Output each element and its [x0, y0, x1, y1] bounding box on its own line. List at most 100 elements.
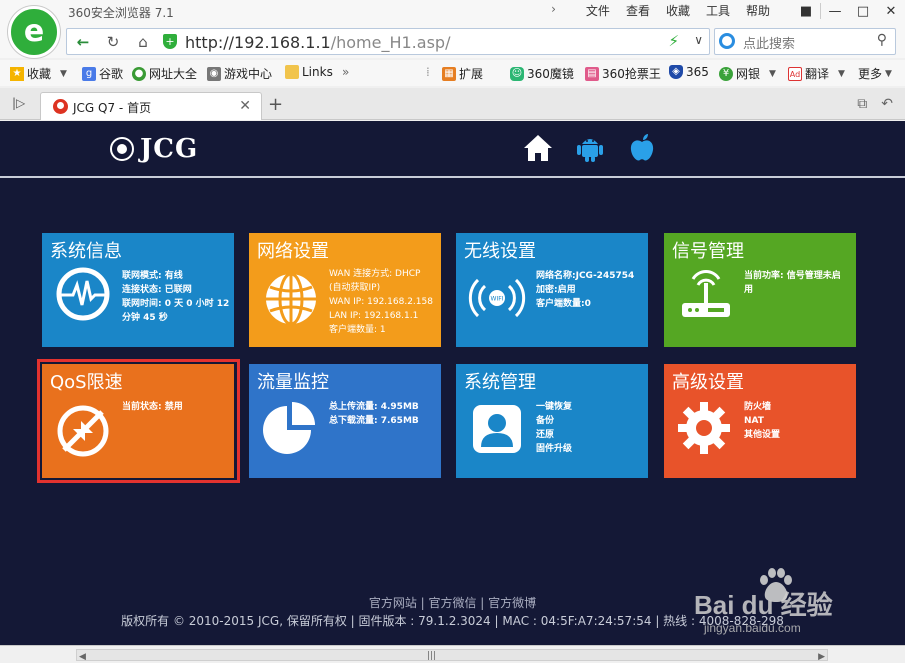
bookmark-google[interactable]: g 谷歌	[82, 65, 123, 82]
bookmark-360-mirror[interactable]: ☺ 360魔镜	[510, 65, 574, 82]
router-header: JCG	[0, 121, 905, 178]
info-line: 当前状态: 禁用	[122, 402, 183, 412]
chevron-down-icon[interactable]: ∨	[694, 33, 703, 47]
bookmark-label: 更多	[858, 67, 883, 81]
minimize-button[interactable]: —	[821, 0, 849, 22]
bookmark-links[interactable]: Links	[285, 65, 333, 79]
bookmark-label: 360魔镜	[527, 67, 574, 81]
info-line: 其他设置	[744, 430, 781, 440]
security-shield-icon[interactable]: +	[163, 34, 177, 49]
undo-close-icon[interactable]: ↶	[881, 96, 893, 112]
bookmark-label: Links	[302, 65, 333, 79]
info-line: 防火墙	[744, 402, 772, 412]
tile-wireless-settings[interactable]: 无线设置 WIFI 网络名称:JCG-245754 加密:启用 客户端数量:0	[456, 233, 648, 347]
close-tab-icon[interactable]: ✕	[239, 98, 251, 114]
address-row: ← ↻ ⌂ + http://192.168.1.1/home_H1.asp/ …	[0, 24, 905, 58]
shield-icon: ◈	[669, 65, 683, 79]
folder-icon	[285, 65, 299, 79]
jcg-logo-icon	[110, 137, 134, 161]
info-line: 用	[744, 285, 754, 295]
bookmark-translate[interactable]: Ad 翻译 ▼	[788, 65, 845, 82]
tab-jcg-home[interactable]: JCG Q7 - 首页 ✕	[40, 92, 262, 120]
menu-view[interactable]: 查看	[626, 2, 650, 19]
tile-info: 一键恢复 备份 还原 固件升级	[536, 400, 572, 456]
tile-title: 系统管理	[464, 372, 536, 393]
watermark-url: jingyan.baidu.com	[704, 621, 801, 635]
bookmark-label: 游戏中心	[224, 67, 273, 81]
info-line: NAT	[744, 416, 764, 426]
tile-title: 高级设置	[672, 372, 744, 393]
tile-network-settings[interactable]: 网络设置 WAN 连接方式: DHCP (自动获取IP) WAN IP: 192…	[249, 233, 441, 347]
sidebar-toggle-icon[interactable]: |▷	[12, 96, 25, 110]
menu-tools[interactable]: 工具	[706, 2, 730, 19]
info-line: WAN IP: 192.168.2.158	[329, 297, 433, 307]
tile-traffic-monitor[interactable]: 流量监控 总上传流量: 4.95MB 总下载流量: 7.65MB	[249, 364, 441, 478]
speed-mode-icon[interactable]: ⚡	[668, 32, 679, 50]
shirt-icon[interactable]: ■	[792, 0, 820, 22]
bookmark-365[interactable]: ◈ 365	[669, 65, 709, 79]
extensions-button[interactable]: ▦ 扩展	[442, 65, 483, 82]
info-line: 客户端数量:0	[536, 299, 591, 309]
tile-info: WAN 连接方式: DHCP (自动获取IP) WAN IP: 192.168.…	[329, 267, 433, 337]
home-icon[interactable]: ⌂	[131, 33, 155, 51]
more-button[interactable]: 更多 ▼	[858, 65, 892, 82]
tile-info: 防火墙 NAT 其他设置	[744, 400, 780, 442]
scroll-thumb-grip-icon[interactable]: |||	[427, 651, 436, 661]
bookmark-label: 网址大全	[149, 67, 198, 81]
qos-arrows-icon	[54, 402, 112, 460]
bookmarks-bar: ★ 收藏 ▼ g 谷歌 ● 网址大全 ◉ 游戏中心 Links » ⁞ ▦ 扩展…	[0, 60, 905, 86]
bookmark-360-ticket[interactable]: ▤ 360抢票王	[585, 65, 661, 82]
heartbeat-icon	[54, 265, 112, 323]
apple-icon[interactable]	[626, 131, 658, 165]
brand-name: JCG	[140, 134, 199, 164]
tile-advanced-settings[interactable]: 高级设置 防火墙 NAT 其他设置	[664, 364, 856, 478]
bookmark-label: 365	[686, 65, 709, 79]
home-icon[interactable]	[522, 131, 554, 165]
scroll-right-icon[interactable]: ▶	[818, 652, 825, 662]
chevron-right-icon[interactable]: ›	[551, 2, 556, 19]
tile-system-info[interactable]: 系统信息 联网模式: 有线 连接状态: 已联网 联网时间: 0 天 0 小时 1…	[42, 233, 234, 347]
more-bookmarks-chevron-icon[interactable]: »	[342, 65, 349, 79]
chevron-down-icon[interactable]: ▼	[60, 69, 67, 79]
bookmark-favorites[interactable]: ★ 收藏 ▼	[10, 65, 67, 82]
bookmark-label: 扩展	[459, 67, 484, 81]
menu-favorites[interactable]: 收藏	[666, 2, 690, 19]
url-path: /home_H1.asp/	[330, 33, 451, 52]
scroll-left-icon[interactable]: ◀	[79, 652, 86, 662]
tile-qos-speed-limit[interactable]: QoS限速 当前状态: 禁用	[42, 364, 234, 478]
info-line: LAN IP: 192.168.1.1	[329, 311, 419, 321]
bookmark-online-bank[interactable]: ¥ 网银 ▼	[719, 65, 776, 82]
menu-help[interactable]: 帮助	[746, 2, 770, 19]
search-engine-icon[interactable]	[719, 33, 735, 49]
horizontal-scrollbar[interactable]: ◀ ||| ▶	[76, 649, 828, 662]
search-icon[interactable]: ⚲	[877, 32, 887, 48]
back-arrow-icon[interactable]: ←	[71, 33, 95, 51]
maximize-button[interactable]: □	[849, 0, 877, 22]
tile-signal-management[interactable]: 信号管理 当前功率: 信号管理未启 用	[664, 233, 856, 347]
info-line: 当前功率: 信号管理未启	[744, 271, 841, 281]
chevron-down-icon[interactable]: ▼	[769, 69, 776, 79]
new-tab-button[interactable]: +	[268, 94, 283, 115]
android-icon[interactable]	[574, 131, 606, 165]
mirror-icon: ☺	[510, 66, 524, 81]
reload-icon[interactable]: ↻	[101, 33, 125, 51]
close-window-button[interactable]: ✕	[877, 0, 905, 22]
url-host: http://192.168.1.1	[185, 33, 331, 52]
router-icon	[678, 269, 736, 327]
bookmark-web-directory[interactable]: ● 网址大全	[132, 65, 197, 82]
url-text[interactable]: http://192.168.1.1/home_H1.asp/	[185, 33, 450, 52]
restore-tabs-icon[interactable]: ⧉	[857, 96, 867, 112]
google-icon: g	[82, 66, 96, 81]
jcg-logo[interactable]: JCG	[110, 134, 198, 164]
chevron-down-icon[interactable]: ▼	[838, 69, 845, 79]
info-line: 备份	[536, 416, 555, 426]
translate-icon: Ad	[788, 66, 802, 81]
app-title: 360安全浏览器 7.1	[68, 6, 174, 20]
address-bar[interactable]: ← ↻ ⌂ + http://192.168.1.1/home_H1.asp/ …	[66, 28, 710, 55]
info-line: 分钟 45 秒	[122, 313, 168, 323]
menu-file[interactable]: 文件	[586, 2, 610, 19]
tile-system-management[interactable]: 系统管理 一键恢复 备份 还原 固件升级	[456, 364, 648, 478]
bookmark-game-center[interactable]: ◉ 游戏中心	[207, 65, 272, 82]
search-input[interactable]: 点此搜索 ⚲	[714, 28, 896, 55]
info-line: 固件升级	[536, 444, 573, 454]
